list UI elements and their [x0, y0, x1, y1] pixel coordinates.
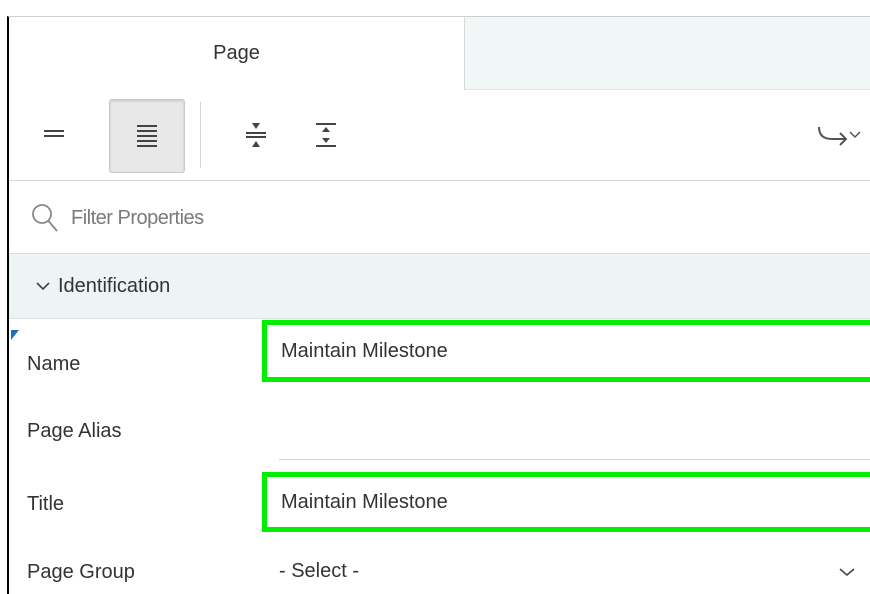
chevron-down-icon: [36, 282, 50, 291]
title-value: Maintain Milestone: [281, 490, 448, 513]
required-marker: [11, 330, 19, 340]
name-field[interactable]: Maintain Milestone: [262, 320, 870, 382]
chevron-down-icon: [839, 568, 855, 577]
page-alias-label: Page Alias: [27, 420, 122, 442]
collapse-all-button[interactable]: [219, 99, 293, 171]
section-identification-header[interactable]: Identification: [9, 254, 870, 319]
name-label: Name: [27, 353, 81, 375]
page-alias-field[interactable]: [279, 459, 870, 460]
filter-properties-input[interactable]: [69, 201, 773, 235]
tab-bar: Page: [9, 17, 870, 90]
expand-all-icon: [316, 123, 336, 147]
toolbar-separator: [200, 102, 201, 168]
name-value: Maintain Milestone: [281, 339, 448, 362]
page-group-label: Page Group: [27, 561, 135, 583]
property-editor-panel: Page Filter Properties Identification Na…: [7, 16, 870, 594]
tab-page-label: Page: [213, 42, 260, 64]
filter-bar: [9, 181, 870, 254]
section-title: Identification: [58, 274, 171, 297]
show-all-icon: [137, 125, 157, 147]
property-toolbar: [9, 90, 870, 181]
collapse-all-icon: [246, 123, 266, 147]
tab-page[interactable]: Page: [9, 17, 465, 90]
show-common-button[interactable]: [17, 99, 91, 171]
go-to-group-icon: [818, 126, 861, 146]
page-group-select[interactable]: - Select -: [279, 551, 870, 591]
title-label: Title: [27, 493, 65, 515]
title-field[interactable]: Maintain Milestone: [262, 472, 870, 532]
tab-bar-empty: [465, 17, 870, 90]
search-icon: [32, 204, 58, 232]
show-all-button[interactable]: [109, 99, 185, 173]
go-to-group-button[interactable]: [809, 99, 869, 171]
show-common-icon: [44, 130, 64, 137]
page-group-value: - Select -: [279, 559, 360, 582]
expand-all-button[interactable]: [289, 99, 363, 171]
